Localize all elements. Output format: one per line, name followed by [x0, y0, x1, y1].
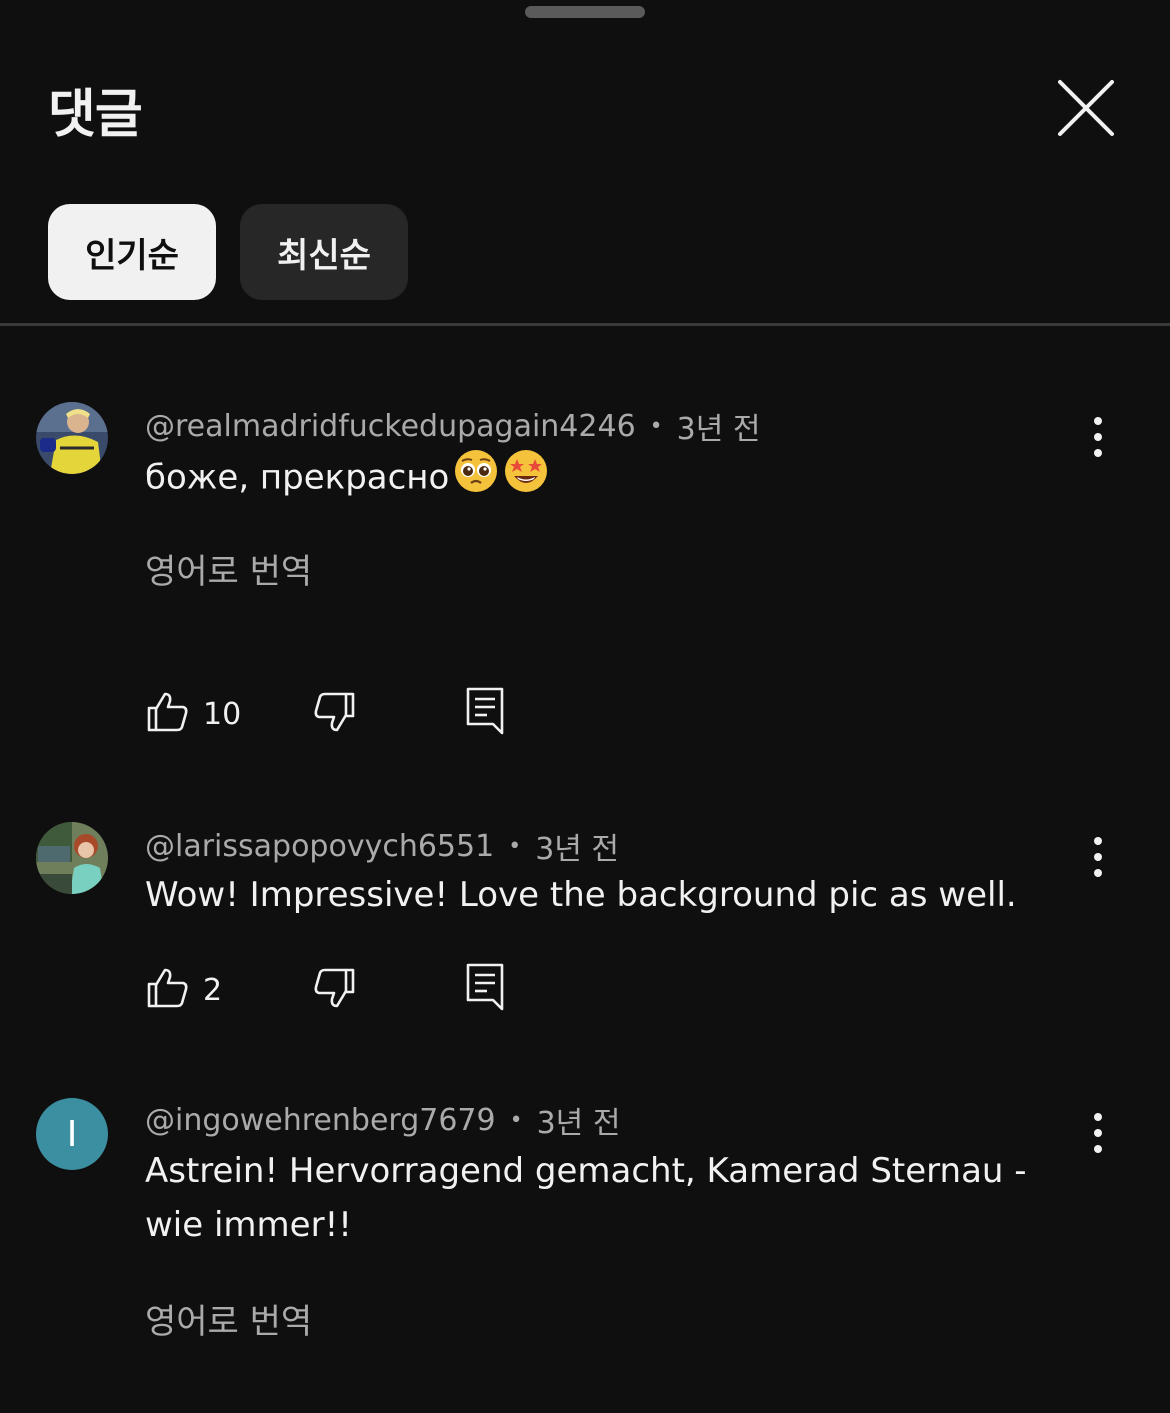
translate-button[interactable]: 영어로 번역 [145, 544, 312, 593]
thumbs-up-icon [145, 966, 189, 1014]
comment-author[interactable]: @realmadridfuckedupagain4246 [145, 409, 636, 444]
like-button[interactable]: 10 [145, 690, 241, 738]
comments-sheet: 댓글 인기순 최신순 @realmadridfuckedupagain4246 … [0, 0, 1170, 1413]
separator-dot: • [508, 833, 522, 859]
comment-meta: @ingowehrenberg7679 • 3년 전 [145, 1098, 620, 1142]
comment-text-content: боже, прекрасно [145, 457, 450, 498]
reply-comment-icon [465, 963, 505, 1016]
separator-dot: • [509, 1107, 523, 1133]
avatar[interactable] [36, 822, 108, 894]
comment-time: 3년 전 [535, 832, 620, 867]
comment-author[interactable]: @ingowehrenberg7679 [145, 1103, 496, 1138]
comment-time: 3년 전 [676, 412, 761, 447]
star-struck-icon [503, 448, 549, 510]
separator-dot: • [649, 413, 663, 439]
reply-button[interactable] [465, 962, 505, 1016]
comment-author[interactable]: @larissapopovych6551 [145, 829, 494, 864]
comment-text: боже, прекрасно [145, 448, 1095, 510]
translate-button[interactable]: 영어로 번역 [145, 1294, 312, 1343]
thumbs-up-icon [145, 690, 189, 738]
avatar[interactable] [36, 402, 108, 474]
avatar-initial: I [66, 1113, 78, 1155]
comment-meta: @larissapopovych6551 • 3년 전 [145, 824, 619, 868]
close-icon[interactable] [1052, 74, 1120, 142]
comment-text: Wow! Impressive! Love the background pic… [145, 875, 1017, 915]
like-count: 2 [203, 972, 223, 1008]
avatar[interactable]: I [36, 1098, 108, 1170]
divider [0, 323, 1170, 326]
reply-comment-icon [465, 687, 505, 740]
thumbs-down-icon [313, 968, 357, 1014]
pleading-face-icon [453, 448, 499, 510]
dislike-button[interactable] [313, 966, 357, 1014]
comment-time: 3년 전 [536, 1106, 621, 1141]
sheet-title: 댓글 [48, 85, 143, 145]
sort-chip-top[interactable]: 인기순 [48, 204, 216, 300]
reply-button[interactable] [465, 686, 505, 740]
comment-meta: @realmadridfuckedupagain4246 • 3년 전 [145, 404, 760, 448]
comment-text: Astrein! Hervorragend gemacht, Kamerad S… [145, 1151, 1027, 1245]
drag-handle[interactable] [525, 6, 645, 18]
like-button[interactable]: 2 [145, 966, 222, 1014]
dislike-button[interactable] [313, 690, 357, 738]
thumbs-down-icon [313, 692, 357, 738]
like-count: 10 [203, 696, 242, 732]
sort-chip-newest[interactable]: 최신순 [240, 204, 408, 300]
